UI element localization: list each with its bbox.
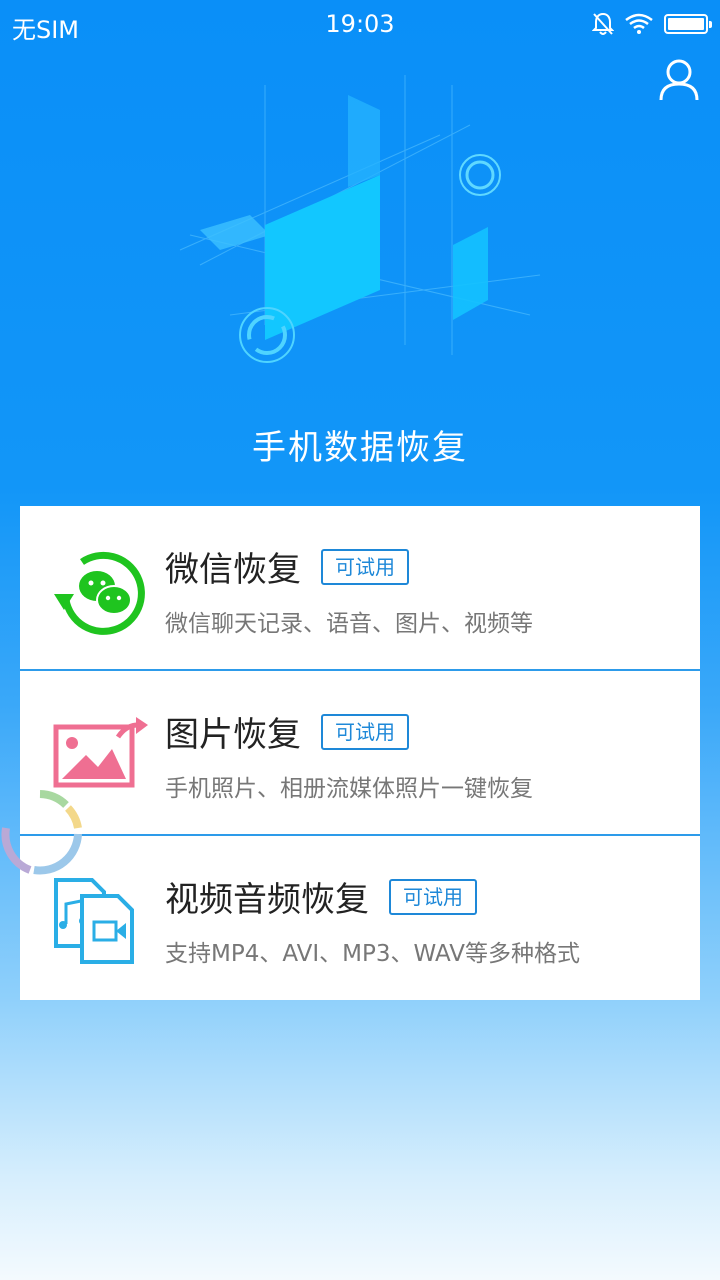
photo-recovery-title: 图片恢复 <box>165 715 301 755</box>
video-audio-recovery-title: 视频音频恢复 <box>165 880 369 920</box>
floating-spinner-icon[interactable] <box>0 788 84 878</box>
photo-recovery-title-row: 图片恢复 可试用 <box>165 707 409 756</box>
photo-recovery-description: 手机照片、相册流媒体照片一键恢复 <box>165 776 533 802</box>
wechat-recovery-title-row: 微信恢复 可试用 <box>165 542 409 591</box>
battery-icon <box>664 14 712 34</box>
video-audio-file-icon <box>54 878 134 964</box>
photo-recovery-card[interactable]: 图片恢复 可试用 手机照片、相册流媒体照片一键恢复 <box>20 671 700 836</box>
page-title: 手机数据恢复 <box>252 428 468 468</box>
video-audio-recovery-title-row: 视频音频恢复 可试用 <box>165 872 477 921</box>
user-icon[interactable] <box>658 58 700 102</box>
mute-bell-icon <box>592 12 614 35</box>
status-icons <box>592 12 712 36</box>
hero-illustration <box>179 75 541 363</box>
status-bar: 无SIM 19:03 <box>0 0 720 50</box>
wifi-icon <box>625 13 653 34</box>
trial-badge: 可试用 <box>389 878 477 915</box>
trial-badge: 可试用 <box>321 548 409 585</box>
wechat-recovery-description: 微信聊天记录、语音、图片、视频等 <box>165 611 533 637</box>
wechat-recovery-title: 微信恢复 <box>165 550 301 590</box>
video-audio-recovery-description: 支持MP4、AVI、MP3、WAV等多种格式 <box>165 941 580 967</box>
wechat-recovery-card[interactable]: 微信恢复 可试用 微信聊天记录、语音、图片、视频等 <box>20 506 700 671</box>
trial-badge: 可试用 <box>321 713 409 750</box>
wechat-recovery-icon <box>54 551 145 635</box>
feature-list: 微信恢复 可试用 微信聊天记录、语音、图片、视频等 图片恢复 可试用 手机照片、… <box>20 506 700 1000</box>
video-audio-recovery-card[interactable]: 视频音频恢复 可试用 支持MP4、AVI、MP3、WAV等多种格式 <box>20 836 700 1000</box>
